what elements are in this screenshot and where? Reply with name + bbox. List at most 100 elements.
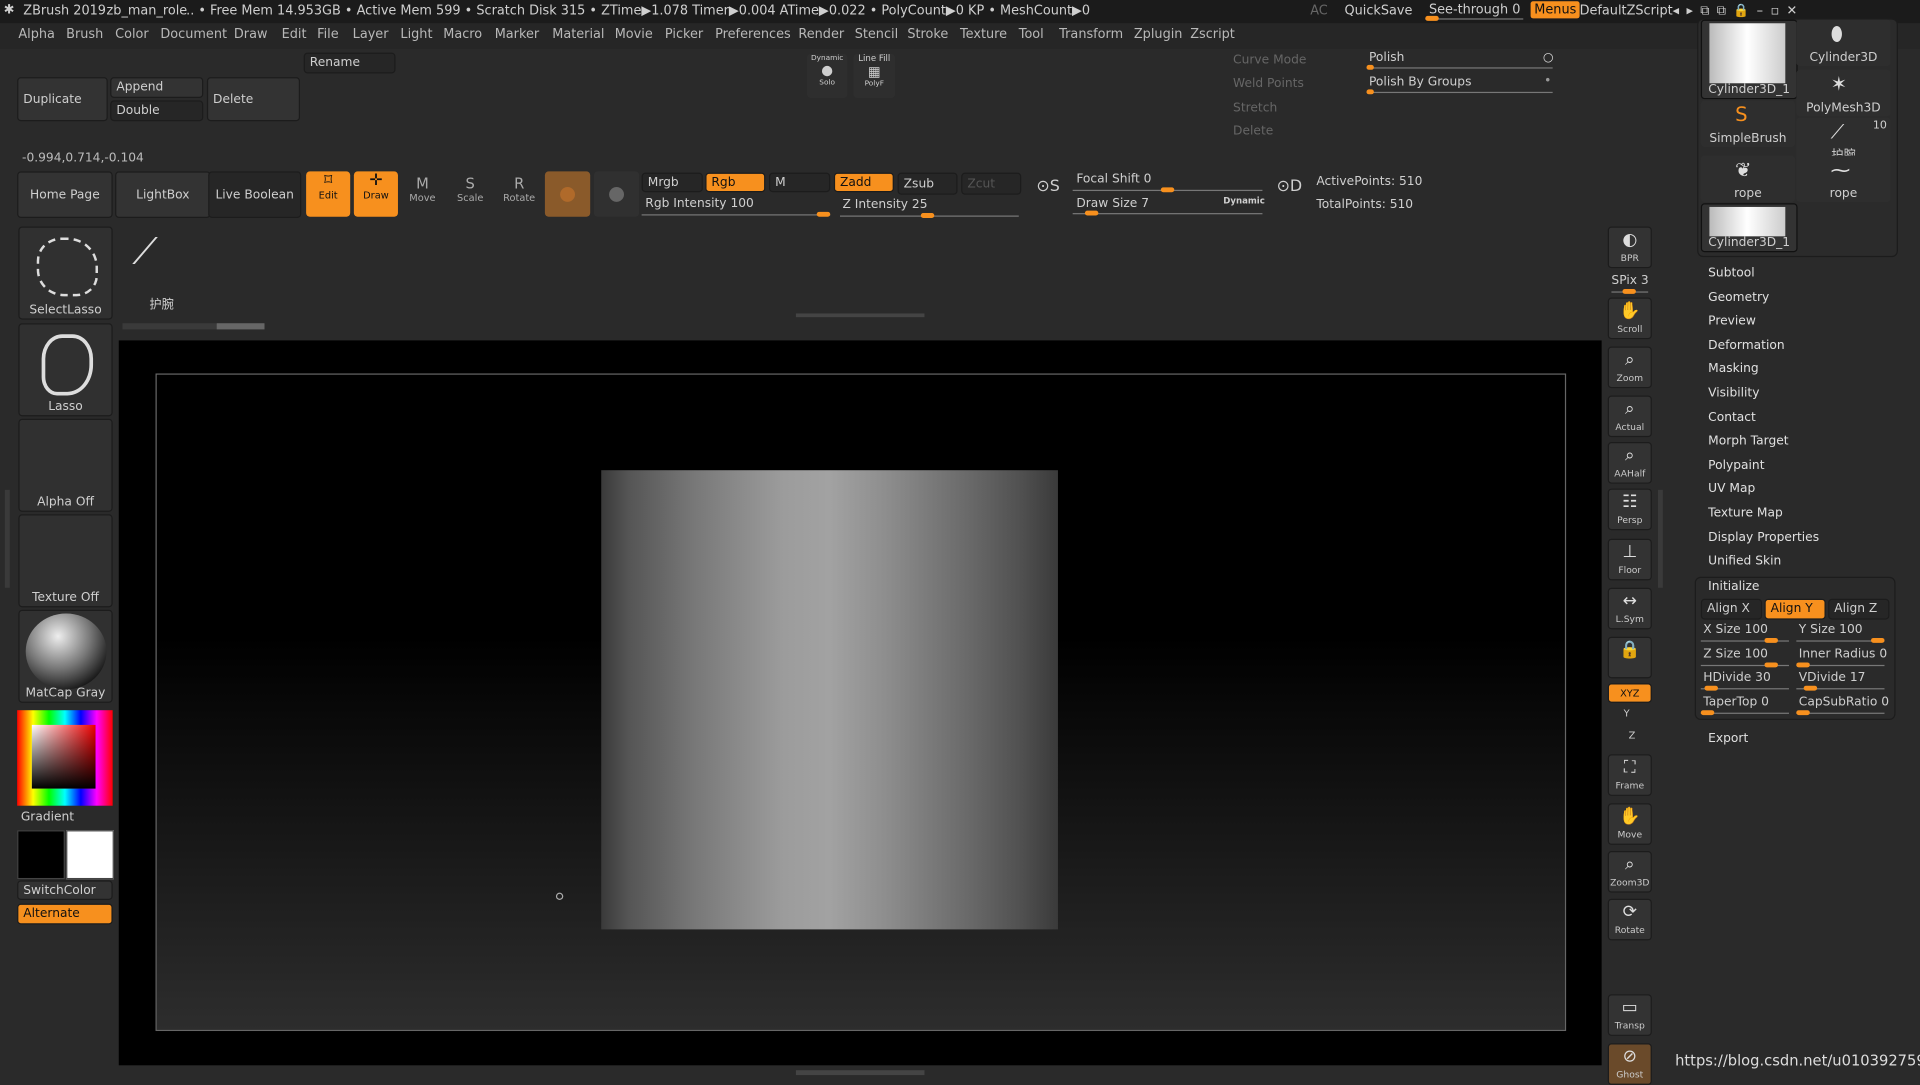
rotate-z-button[interactable]: Z <box>1629 730 1636 741</box>
rotate-button[interactable]: ⟳ Rotate <box>1607 898 1652 941</box>
default-zscript-button[interactable]: DefaultZScript <box>1580 4 1673 19</box>
menu-brush[interactable]: Brush <box>66 27 103 42</box>
m-button[interactable]: M <box>768 172 831 193</box>
lazy-mouse-d-icon[interactable]: ⊙D <box>1271 178 1308 215</box>
menu-stroke[interactable]: Stroke <box>907 27 948 42</box>
duplicate-button[interactable]: Duplicate <box>17 77 108 122</box>
alpha-selector[interactable]: Alpha Off <box>18 418 113 512</box>
lightbox-button[interactable]: LightBox <box>115 171 211 218</box>
scale-mode-button[interactable]: S Scale <box>451 175 490 214</box>
rgb-intensity-slider[interactable] <box>641 211 831 217</box>
polish-slider[interactable] <box>1366 64 1553 70</box>
horizontal-scrollbar[interactable] <box>122 323 265 330</box>
menu-transform[interactable]: Transform <box>1059 27 1123 42</box>
menus-toggle[interactable]: Menus <box>1530 1 1580 19</box>
stretch-button[interactable]: Stretch <box>1233 102 1277 115</box>
frame-button[interactable]: ⛶ Frame <box>1607 754 1652 796</box>
polyframe-button[interactable]: Line Fill ▦ PolyF <box>853 53 896 98</box>
ghost-button[interactable]: ⊘ Ghost <box>1607 1043 1652 1085</box>
window-controls-icon[interactable]: ◂▸⧉⧉🔒–▫✕ <box>1673 2 1805 19</box>
tool-thumbnail[interactable]: ⁓ rope <box>1796 155 1891 203</box>
menu-light[interactable]: Light <box>400 27 432 42</box>
menu-edit[interactable]: Edit <box>282 27 307 42</box>
actual-button[interactable]: ⌕ Actual <box>1607 395 1652 438</box>
quicksave-button[interactable]: QuickSave <box>1344 4 1412 19</box>
vdivide-slider[interactable] <box>1796 685 1885 691</box>
tool-thumbnail[interactable]: ⬮ Cylinder3D <box>1796 19 1891 67</box>
capsubratio-slider[interactable] <box>1796 709 1885 715</box>
subpalette-geometry[interactable]: Geometry <box>1708 291 1769 304</box>
top-tray-handle[interactable] <box>795 313 925 318</box>
append-button[interactable]: Append <box>110 77 204 98</box>
menu-color[interactable]: Color <box>115 27 149 42</box>
menu-tool[interactable]: Tool <box>1019 27 1044 42</box>
menu-preferences[interactable]: Preferences <box>715 27 791 42</box>
subpalette-unified-skin[interactable]: Unified Skin <box>1708 555 1781 568</box>
rotate-xyz-button[interactable]: XYZ <box>1607 683 1652 703</box>
secondary-color-swatch[interactable] <box>66 830 114 880</box>
rgb-button[interactable]: Rgb <box>705 172 766 193</box>
gradient-label[interactable]: Gradient <box>21 811 74 824</box>
ac-toggle[interactable]: AC <box>1310 4 1328 19</box>
menu-stencil[interactable]: Stencil <box>855 27 898 42</box>
live-boolean-button[interactable]: Live Boolean <box>208 171 302 218</box>
polish-by-groups-slider[interactable] <box>1366 89 1553 95</box>
tool-thumbnail[interactable]: Cylinder3D_1 <box>1700 203 1798 253</box>
brush-preview-icon[interactable]: ⟋ <box>132 230 191 279</box>
inner-radius-slider[interactable] <box>1796 661 1885 667</box>
select-lasso-brush[interactable]: SelectLasso <box>18 226 113 320</box>
align-z-button[interactable]: Align Z <box>1828 598 1890 620</box>
tool-thumbnail[interactable]: S SimpleBrush <box>1700 100 1796 147</box>
lasso-stroke[interactable]: Lasso <box>18 323 113 417</box>
menu-marker[interactable]: Marker <box>495 27 539 42</box>
polish-circle-icon[interactable]: ○ <box>1543 51 1554 64</box>
scroll-button[interactable]: ✋ Scroll <box>1607 297 1652 340</box>
right-tray-handle[interactable] <box>1657 489 1663 588</box>
tool-thumbnail[interactable]: ✶ PolyMesh3D <box>1796 69 1891 117</box>
menu-macro[interactable]: Macro <box>443 27 482 42</box>
menu-file[interactable]: File <box>317 27 339 42</box>
floor-button[interactable]: ⊥ Floor <box>1607 538 1652 581</box>
material-swatch-button[interactable]: ● <box>544 171 591 217</box>
subpalette-deformation[interactable]: Deformation <box>1708 339 1784 352</box>
primary-color-swatch[interactable] <box>17 830 65 880</box>
subpalette-polypaint[interactable]: Polypaint <box>1708 459 1764 472</box>
focal-shift-slider[interactable] <box>1072 187 1263 193</box>
move-mode-button[interactable]: M Move <box>403 175 442 214</box>
spix-slider[interactable] <box>1611 288 1649 294</box>
delete-button[interactable]: Delete <box>206 77 301 122</box>
hdivide-slider[interactable] <box>1700 685 1789 691</box>
menu-layer[interactable]: Layer <box>353 27 389 42</box>
subpalette-texture-map[interactable]: Texture Map <box>1708 507 1783 520</box>
draw-size-slider[interactable] <box>1072 210 1263 216</box>
color-picker[interactable] <box>17 710 113 806</box>
subpalette-visibility[interactable]: Visibility <box>1708 387 1759 400</box>
menu-zplugin[interactable]: Zplugin <box>1134 27 1183 42</box>
subpalette-subtool[interactable]: Subtool <box>1708 267 1754 280</box>
material-selector[interactable]: MatCap Gray <box>18 609 113 703</box>
menu-zscript[interactable]: Zscript <box>1190 27 1235 42</box>
mrgb-button[interactable]: Mrgb <box>641 172 703 193</box>
rotate-mode-button[interactable]: R Rotate <box>500 175 539 214</box>
rename-button[interactable]: Rename <box>303 52 396 74</box>
transp-button[interactable]: ▭ Transp <box>1607 994 1652 1036</box>
left-tray-handle[interactable] <box>4 489 10 588</box>
home-page-button[interactable]: Home Page <box>17 171 113 218</box>
menu-alpha[interactable]: Alpha <box>18 27 55 42</box>
menu-texture[interactable]: Texture <box>960 27 1007 42</box>
weld-points-button[interactable]: Weld Points <box>1233 77 1304 90</box>
z-intensity-slider[interactable] <box>840 213 1019 218</box>
tool-thumbnail[interactable]: ❦ rope <box>1700 155 1796 203</box>
bottom-tray-handle[interactable] <box>795 1070 925 1076</box>
menu-movie[interactable]: Movie <box>615 27 653 42</box>
see-through-slider[interactable] <box>1425 15 1524 21</box>
zoom3d-button[interactable]: ⌕ Zoom3D <box>1607 851 1652 893</box>
y-size-slider[interactable] <box>1796 637 1885 643</box>
move-button[interactable]: ✋ Move <box>1607 803 1652 845</box>
persp-button[interactable]: ☷ Persp <box>1607 488 1652 531</box>
subpalette-display-properties[interactable]: Display Properties <box>1708 531 1819 544</box>
tapertop-slider[interactable] <box>1700 709 1789 715</box>
menu-draw[interactable]: Draw <box>234 27 268 42</box>
aahalf-button[interactable]: ⌕ AAHalf <box>1607 442 1652 484</box>
subpalette-masking[interactable]: Masking <box>1708 363 1758 376</box>
